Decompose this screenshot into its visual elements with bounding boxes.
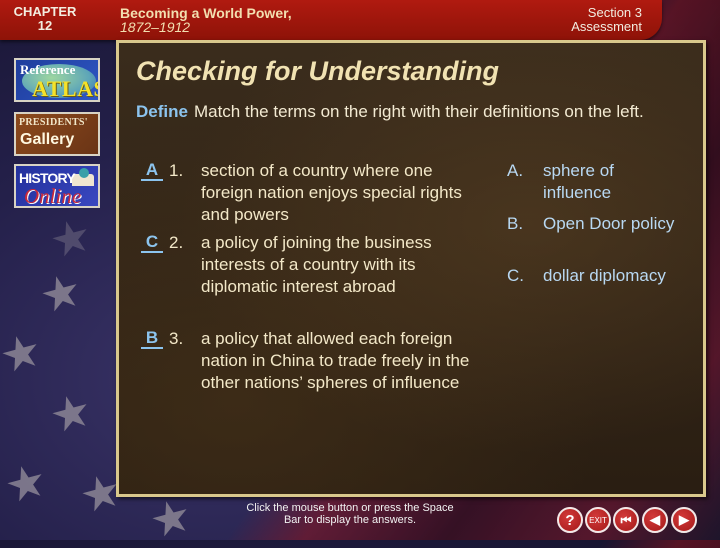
book-title: Becoming a World Power, 1872–1912 bbox=[120, 6, 292, 34]
arrow-left-icon: ◀ bbox=[650, 512, 660, 527]
reference-atlas-button[interactable]: Reference ATLAS bbox=[14, 58, 100, 102]
star-decoration: ★ bbox=[43, 382, 98, 444]
skip-back-icon: ⏮ bbox=[620, 512, 632, 527]
book-years: 1872–1912 bbox=[120, 19, 191, 35]
definition-number: 3. bbox=[169, 329, 184, 348]
definition-text: a policy that allowed each foreign natio… bbox=[201, 329, 470, 392]
chapter-text: CHAPTER bbox=[13, 4, 77, 19]
answer-blank: A bbox=[141, 160, 163, 181]
question-icon: ? bbox=[565, 511, 575, 529]
section-type: Assessment bbox=[571, 19, 642, 34]
term-letter: A. bbox=[507, 161, 524, 180]
header-bar: CHAPTER 12 Becoming a World Power, 1872–… bbox=[0, 0, 662, 40]
page-title: Checking for Understanding bbox=[136, 56, 500, 86]
define-label: Define bbox=[136, 102, 188, 121]
previous-button[interactable]: ◀ bbox=[642, 507, 668, 533]
exit-button[interactable]: EXIT bbox=[585, 507, 611, 533]
definition-text: a policy of joining the business interes… bbox=[201, 233, 432, 296]
atlas-line2: ATLAS bbox=[32, 76, 100, 101]
definition-number: 2. bbox=[169, 233, 184, 252]
star-decoration: ★ bbox=[0, 322, 48, 384]
star-decoration: ★ bbox=[0, 452, 53, 514]
chapter-number: 12 bbox=[37, 18, 53, 33]
gallery-line2: Gallery bbox=[20, 131, 75, 148]
definition-text: section of a country where one foreign n… bbox=[201, 161, 462, 224]
term-letter: C. bbox=[507, 266, 524, 285]
globe-icon bbox=[79, 168, 89, 178]
term-text: sphere of influence bbox=[543, 161, 614, 202]
term-text: Open Door policy bbox=[543, 214, 675, 233]
history-line2: Online bbox=[24, 184, 82, 208]
gallery-line1: PRESIDENTS' bbox=[19, 117, 88, 128]
content-panel: Checking for Understanding Define Match t… bbox=[116, 40, 706, 497]
exit-icon: EXIT bbox=[589, 515, 607, 525]
presidents-gallery-button[interactable]: PRESIDENTS' Gallery bbox=[14, 112, 100, 156]
section-number: Section 3 bbox=[587, 5, 642, 20]
chapter-label: CHAPTER 12 bbox=[10, 5, 80, 33]
instruction-hint: Click the mouse button or press the Spac… bbox=[246, 502, 454, 526]
star-decoration: ★ bbox=[33, 262, 88, 324]
help-button[interactable]: ? bbox=[557, 507, 583, 533]
answer-blank: C bbox=[141, 232, 163, 253]
arrow-right-icon: ▶ bbox=[679, 512, 689, 527]
answer-blank: B bbox=[141, 328, 163, 349]
term-text: dollar diplomacy bbox=[543, 266, 666, 285]
term-letter: B. bbox=[507, 214, 524, 233]
section-label: Section 3 Assessment bbox=[571, 6, 642, 34]
star-decoration: ★ bbox=[143, 487, 198, 548]
instructions: Define Match the terms on the right with … bbox=[136, 101, 696, 123]
star-decoration: ★ bbox=[43, 207, 98, 269]
history-online-button[interactable]: HISTORY Online bbox=[14, 164, 100, 208]
first-slide-button[interactable]: ⏮ bbox=[613, 507, 639, 533]
next-button[interactable]: ▶ bbox=[671, 507, 697, 533]
definition-number: 1. bbox=[169, 161, 184, 180]
instructions-text: Match the terms on the right with their … bbox=[193, 102, 644, 121]
